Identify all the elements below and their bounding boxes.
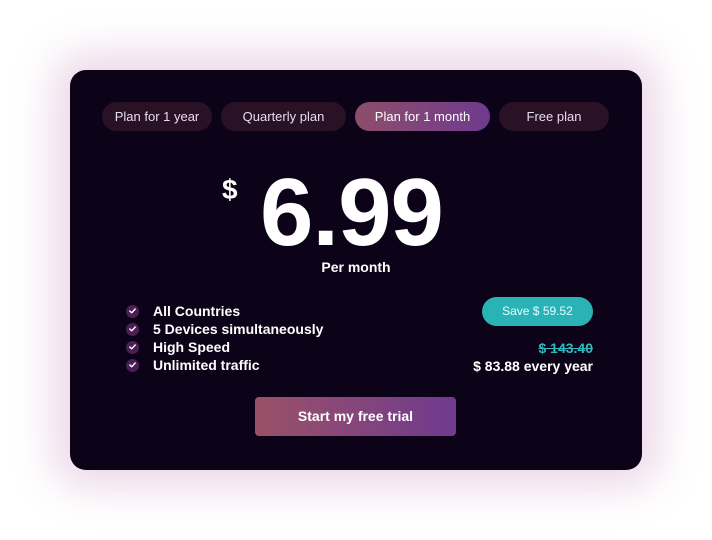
feature-label: Unlimited traffic xyxy=(153,357,260,373)
feature-item: 5 Devices simultaneously xyxy=(126,320,323,338)
check-icon xyxy=(126,322,139,336)
feature-list: All Countries 5 Devices simultaneously H… xyxy=(126,302,323,374)
currency-symbol: $ xyxy=(222,174,238,205)
old-price: $ 143.40 xyxy=(538,340,594,356)
tab-plan-1-month[interactable]: Plan for 1 month xyxy=(355,102,490,131)
feature-label: All Countries xyxy=(153,303,241,319)
check-icon xyxy=(126,340,139,354)
plan-tabs: Plan for 1 year Quarterly plan Plan for … xyxy=(102,102,609,131)
check-icon xyxy=(126,304,139,318)
tab-plan-1-year[interactable]: Plan for 1 year xyxy=(102,102,212,131)
feature-item: Unlimited traffic xyxy=(126,356,323,374)
price-amount: 6.99 xyxy=(260,159,444,266)
start-free-trial-button[interactable]: Start my free trial xyxy=(255,397,456,436)
tab-free-plan[interactable]: Free plan xyxy=(499,102,609,131)
pricing-card: Plan for 1 year Quarterly plan Plan for … xyxy=(70,70,642,470)
yearly-price: $ 83.88 every year xyxy=(473,358,593,374)
save-badge: Save $ 59.52 xyxy=(482,297,593,326)
feature-label: 5 Devices simultaneously xyxy=(153,321,324,337)
price-period: Per month xyxy=(321,259,391,275)
check-icon xyxy=(126,358,139,372)
feature-label: High Speed xyxy=(153,339,231,355)
feature-item: All Countries xyxy=(126,302,323,320)
feature-item: High Speed xyxy=(126,338,323,356)
tab-quarterly-plan[interactable]: Quarterly plan xyxy=(221,102,346,131)
